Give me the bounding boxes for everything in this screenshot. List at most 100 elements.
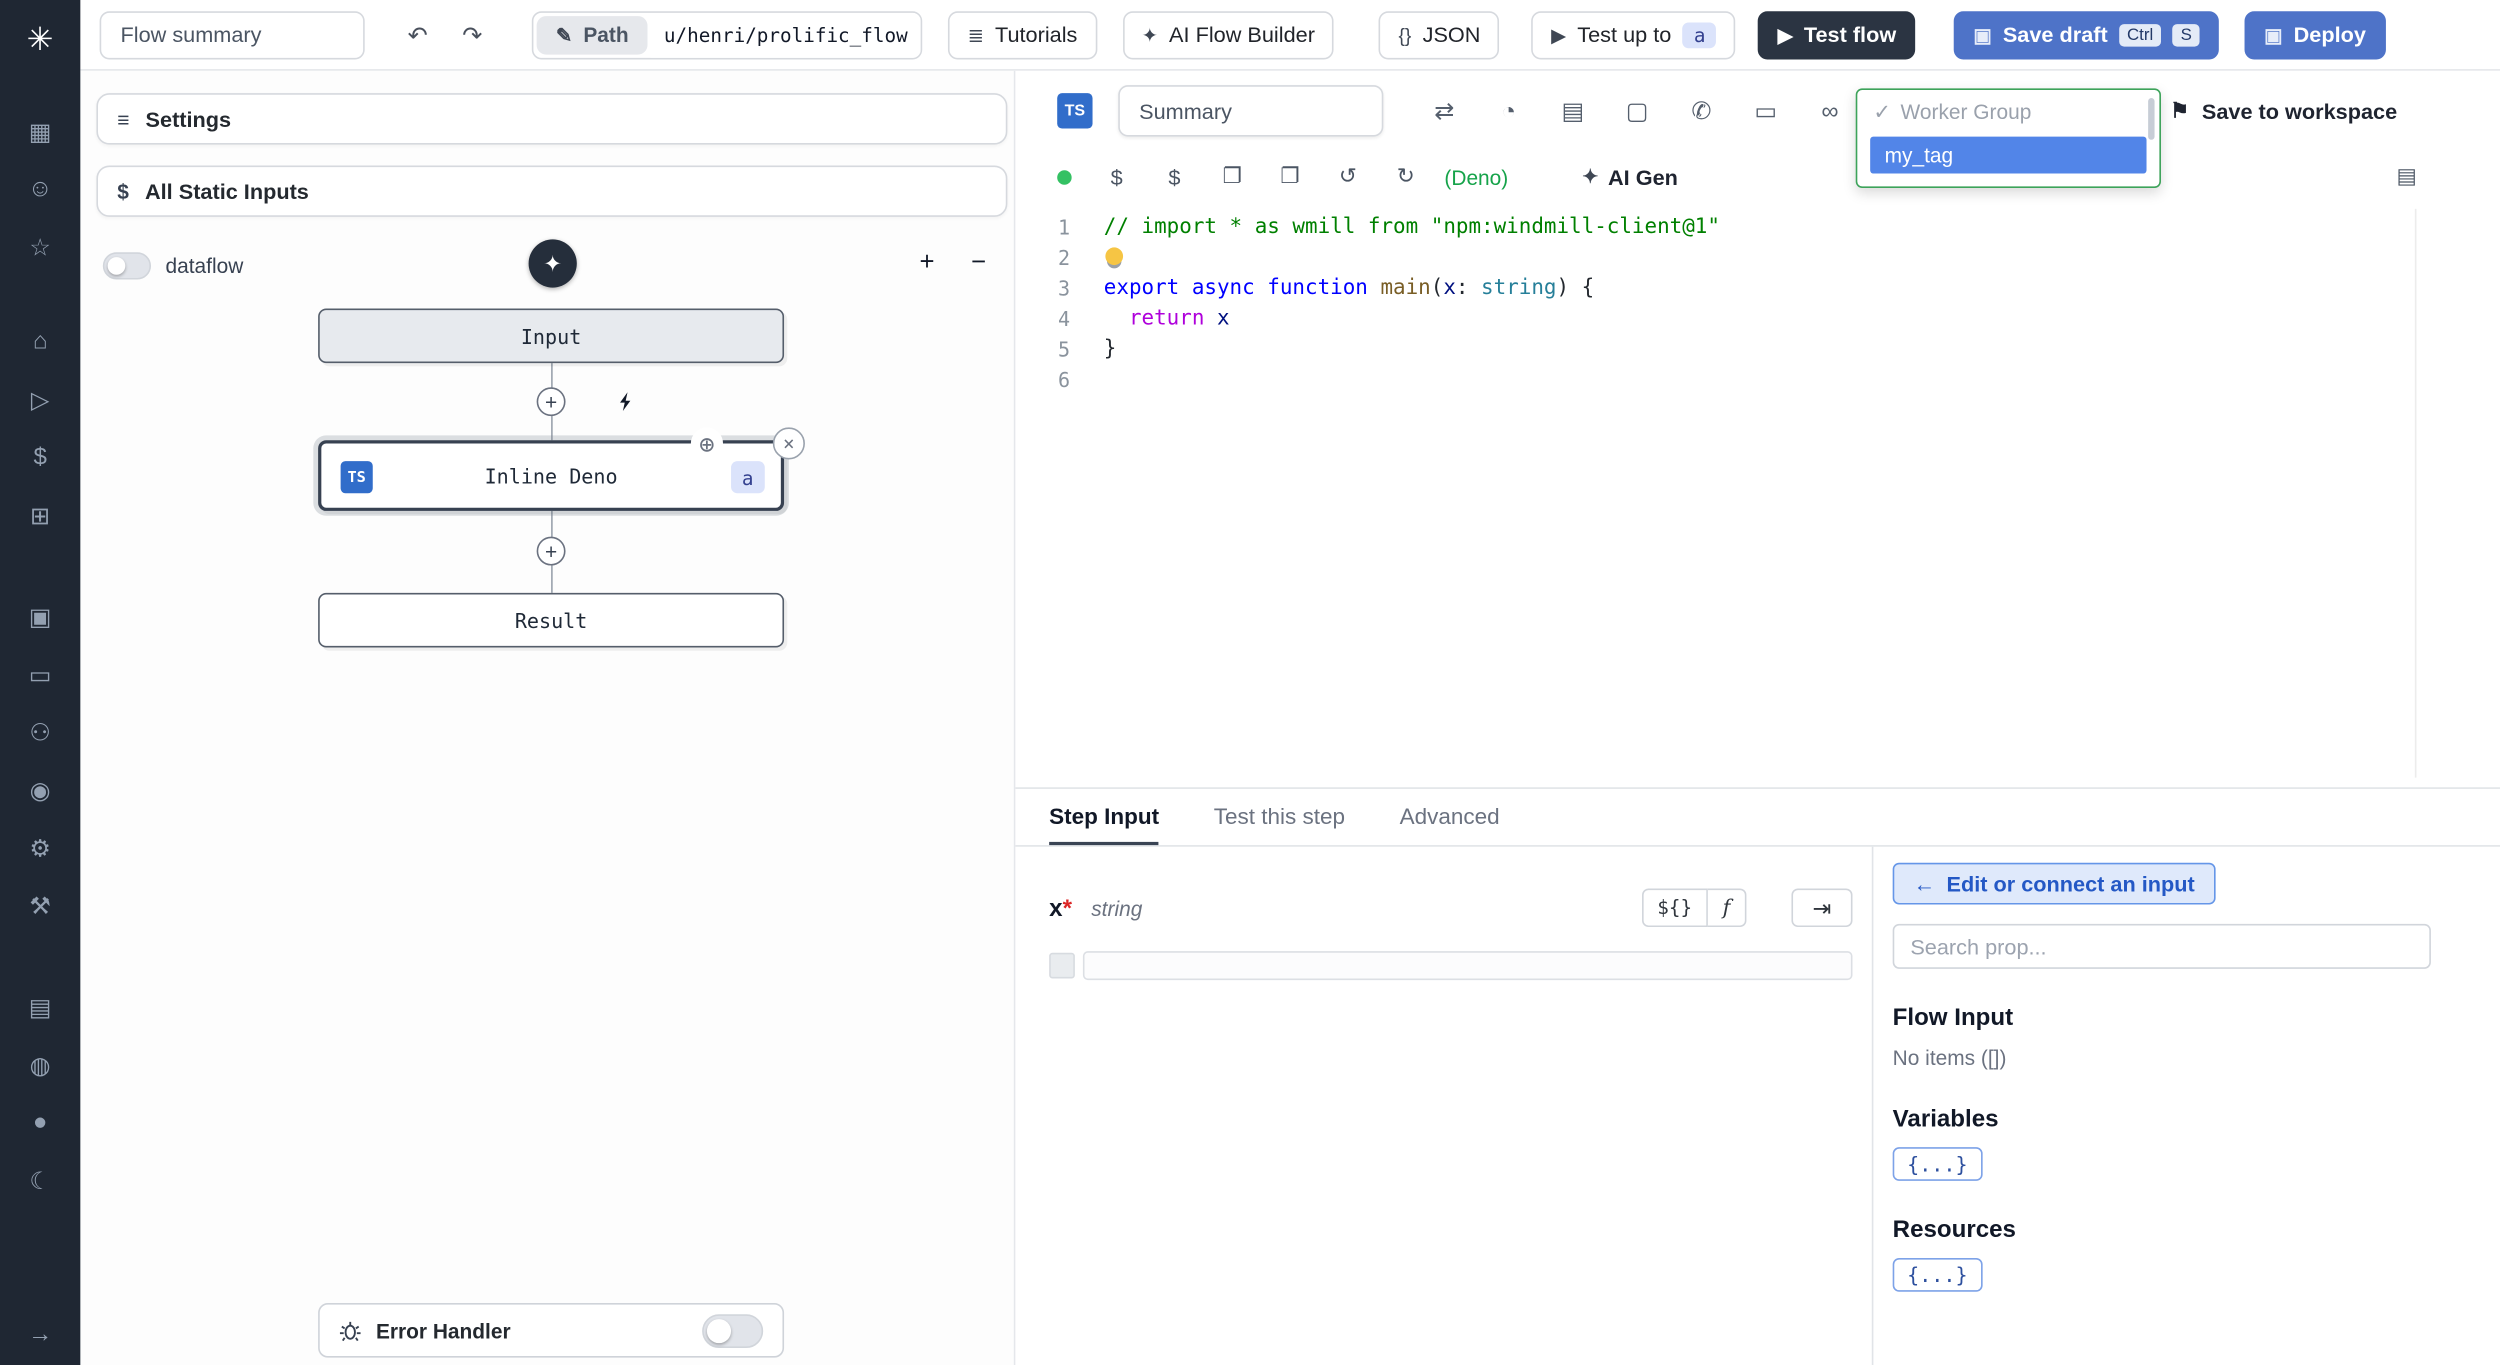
tab-advanced[interactable]: Advanced	[1400, 789, 1500, 845]
gauge-icon[interactable]: ◔	[1496, 93, 1522, 128]
save-to-workspace-button[interactable]: ⚑ Save to workspace	[2170, 98, 2397, 124]
workers-icon[interactable]: ⚒	[0, 884, 80, 927]
edit-connect-input-button[interactable]: ← Edit or connect an input	[1892, 862, 2216, 905]
wand-icon: ✦	[1582, 165, 1599, 188]
favorites-icon[interactable]: ☆	[0, 225, 80, 268]
discord-icon[interactable]: ◍	[0, 1043, 80, 1086]
path-input[interactable]	[651, 12, 922, 58]
input-node[interactable]: Input	[318, 308, 785, 364]
sleep-icon[interactable]: ▭	[1753, 93, 1779, 128]
kbd-s: S	[2172, 23, 2200, 46]
insert-step-button-bottom[interactable]: +	[536, 536, 566, 566]
phone-icon[interactable]: ✆	[1689, 93, 1715, 128]
folders-icon[interactable]: ▭	[0, 652, 80, 695]
docs-icon[interactable]: ▤	[0, 985, 80, 1028]
dark-mode-icon[interactable]: ☾	[0, 1158, 80, 1201]
github-icon[interactable]: ●	[0, 1101, 80, 1144]
ai-wand-button[interactable]: ✦	[528, 239, 577, 288]
sidebar-group-admin: ▣ ▭ ⚇ ◉ ⚙ ⚒	[0, 594, 80, 927]
settings-icon[interactable]: ⚙	[0, 826, 80, 869]
redo-button[interactable]: ↷	[451, 14, 493, 56]
error-handler-bar[interactable]: Error Handler	[318, 1303, 785, 1358]
settings-bar[interactable]: ≡ Settings	[96, 93, 1008, 145]
edit-connect-input-label: Edit or connect an input	[1946, 871, 2195, 896]
input-handle[interactable]	[1049, 952, 1075, 979]
zoom-in-button[interactable]: +	[911, 247, 943, 279]
link-icon[interactable]: ∞	[1817, 93, 1843, 128]
editor-redo-icon[interactable]: ↻	[1393, 161, 1419, 193]
search-prop-input[interactable]	[1892, 923, 2431, 969]
resources-object-chip[interactable]: {...}	[1892, 1258, 1983, 1292]
tab-step-input[interactable]: Step Input	[1049, 789, 1160, 846]
home-icon[interactable]: ⌂	[0, 320, 80, 363]
windmill-logo[interactable]: ✳	[0, 6, 80, 70]
insert-step-button-top[interactable]: +	[536, 387, 566, 417]
deploy-icon: ▣	[2264, 23, 2283, 46]
all-static-inputs-bar[interactable]: $ All Static Inputs	[96, 165, 1008, 217]
test-flow-button[interactable]: ▶ Test flow	[1758, 10, 1916, 59]
zoom-out-button[interactable]: −	[962, 247, 994, 279]
editor-undo-icon[interactable]: ↺	[1335, 161, 1361, 193]
delete-step-button[interactable]: ×	[772, 427, 805, 460]
error-handler-toggle[interactable]	[702, 1313, 764, 1348]
plug-arrow-icon: ⇥	[1812, 894, 1832, 920]
ts-badge: TS	[1057, 93, 1093, 129]
add-variable-icon[interactable]: $	[1104, 161, 1130, 193]
x-value-input[interactable]	[1082, 951, 1853, 981]
apps-icon[interactable]: ▦	[0, 109, 80, 152]
save-draft-button[interactable]: ▣ Save draft Ctrl S	[1954, 10, 2220, 59]
add-resource-icon[interactable]: $	[1162, 161, 1188, 193]
language-hint: (Deno)	[1444, 164, 1509, 189]
tutorials-button[interactable]: ≣ Tutorials	[948, 10, 1097, 59]
inline-deno-node[interactable]: TS Inline Deno a ⊕ ×	[318, 427, 805, 511]
flow-input-title: Flow Input	[1892, 1004, 2014, 1032]
ai-gen-label: AI Gen	[1607, 164, 1678, 189]
copy-icon[interactable]: ❐	[1219, 161, 1245, 193]
editor-header: TS ⇄ ◔ ▤ ▢ ✆ ▭ ∞ ⚑ Save to workspace	[1015, 71, 2500, 151]
template-expr-button[interactable]: ${}	[1641, 888, 1709, 928]
tab-test-this-step[interactable]: Test this step	[1214, 789, 1345, 845]
worker-group-option[interactable]: ✓ Worker Group	[1857, 90, 2159, 132]
lightbulb-icon[interactable]	[1105, 247, 1124, 266]
cache-icon[interactable]: ▤	[1560, 93, 1586, 128]
path-button[interactable]: ✎ Path	[536, 15, 648, 54]
test-up-to-button[interactable]: ▶ Test up to a	[1531, 10, 1736, 59]
ai-flow-builder-button[interactable]: ✦ AI Flow Builder	[1122, 10, 1335, 59]
code-line: // import * as wmill from "npm:windmill-…	[1103, 215, 1720, 240]
expand-sidebar-icon[interactable]: →	[0, 1313, 80, 1356]
runs-icon[interactable]: ▷	[0, 378, 80, 421]
checkbox-icon[interactable]: ▢	[1624, 93, 1650, 128]
deploy-button[interactable]: ▣ Deploy	[2244, 10, 2386, 59]
result-node[interactable]: Result	[318, 592, 785, 648]
json-button[interactable]: {} JSON	[1379, 10, 1500, 59]
clipboard-icon[interactable]: ❐	[1277, 161, 1303, 193]
groups-icon[interactable]: ⚇	[0, 710, 80, 753]
save-to-workspace-label: Save to workspace	[2201, 98, 2398, 123]
plug-connect-button[interactable]: ⇥	[1791, 888, 1853, 928]
undo-button[interactable]: ↶	[397, 14, 439, 56]
kbd-ctrl: Ctrl	[2118, 23, 2162, 46]
my-tag-option[interactable]: my_tag	[1870, 136, 2147, 174]
ai-gen-button[interactable]: ✦ AI Gen	[1582, 165, 1678, 189]
trigger-bolt-button[interactable]	[611, 386, 643, 418]
line-number: 2	[1057, 245, 1071, 270]
resources-icon[interactable]: ⊞	[0, 493, 80, 536]
fx-button[interactable]: f	[1708, 888, 1747, 928]
variables-object-chip[interactable]: {...}	[1892, 1147, 1983, 1181]
code-editor[interactable]: // import * as wmill from "npm:windmill-…	[1093, 202, 2500, 787]
swap-paths-icon[interactable]: ⇄	[1432, 93, 1458, 128]
audit-logs-icon[interactable]: ◉	[0, 768, 80, 811]
schedules-icon[interactable]: ▣	[0, 594, 80, 637]
move-step-crosshair-icon[interactable]: ⊕	[690, 427, 724, 460]
result-node-label: Result	[514, 608, 588, 633]
code-line: export async function main(x: string) {	[1103, 276, 1595, 301]
dataflow-toggle[interactable]	[102, 252, 152, 280]
library-icon[interactable]: ▤	[2394, 161, 2420, 193]
step-summary-input[interactable]	[1118, 85, 1384, 137]
flow-summary-input[interactable]	[99, 10, 365, 59]
settings-sliders-icon: ≡	[117, 106, 130, 131]
dropdown-scrollbar[interactable]	[2148, 98, 2155, 140]
deploy-label: Deploy	[2293, 22, 2366, 47]
user-icon[interactable]: ☺	[0, 167, 80, 210]
variables-icon[interactable]: $	[0, 435, 80, 478]
